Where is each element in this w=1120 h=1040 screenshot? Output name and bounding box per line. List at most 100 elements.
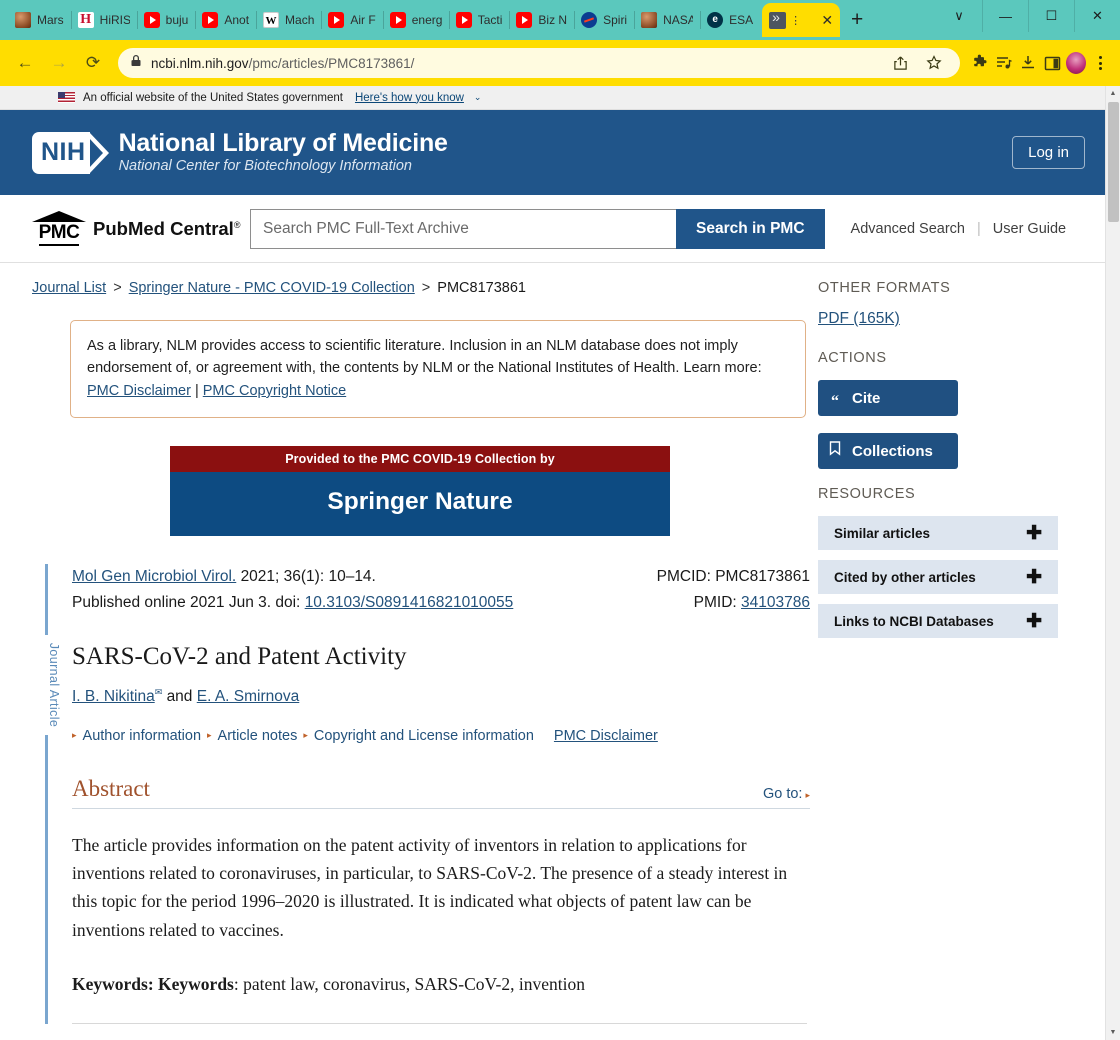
similar-articles-accordion[interactable]: Similar articles ✚ bbox=[818, 516, 1058, 550]
pmc-abbr: PMC bbox=[38, 223, 80, 246]
download-icon[interactable] bbox=[1018, 53, 1038, 73]
chrome-menu-icon[interactable] bbox=[1090, 53, 1110, 73]
bookmark-label: energ bbox=[411, 13, 442, 27]
address-bar[interactable]: ncbi.nlm.nih.gov/pmc/articles/PMC8173861… bbox=[118, 48, 960, 78]
star-icon[interactable] bbox=[924, 53, 944, 73]
bookmark-label: Mars bbox=[37, 13, 64, 27]
pmc-copyright-notice-link[interactable]: PMC Copyright Notice bbox=[203, 383, 346, 399]
author-link-2[interactable]: E. A. Smirnova bbox=[197, 688, 300, 705]
ncbi-databases-accordion[interactable]: Links to NCBI Databases ✚ bbox=[818, 604, 1058, 638]
tab-search-dropdown-icon[interactable]: ∨ bbox=[936, 0, 982, 32]
bookmark-item[interactable]: H HiRIS bbox=[70, 6, 137, 34]
breadcrumb-collection[interactable]: Springer Nature - PMC COVID-19 Collectio… bbox=[129, 280, 415, 296]
bookmark-item[interactable]: Biz N bbox=[509, 6, 574, 34]
tab-favicon bbox=[769, 9, 787, 29]
journal-link[interactable]: Mol Gen Microbiol Virol. bbox=[72, 568, 236, 585]
other-formats-block: OTHER FORMATS PDF (165K) bbox=[818, 280, 1089, 350]
bookmark-item[interactable]: NASA bbox=[634, 6, 700, 34]
keywords-values: : patent law, coronavirus, SARS-CoV-2, i… bbox=[233, 974, 585, 995]
page-content: An official website of the United States… bbox=[0, 86, 1105, 1040]
how-you-know-link[interactable]: Here's how you know bbox=[355, 92, 464, 104]
article-notes-link[interactable]: Article notes bbox=[218, 728, 298, 744]
bookmark-item[interactable]: Air F bbox=[321, 6, 382, 34]
nih-logo[interactable]: NIH National Library of Medicine Nationa… bbox=[32, 129, 448, 177]
reload-button[interactable]: ⟳ bbox=[78, 48, 108, 78]
bookmark-label: Air F bbox=[350, 13, 376, 27]
bookmark-item[interactable]: e ESA bbox=[700, 6, 760, 34]
cite-button[interactable]: “ Cite bbox=[818, 380, 958, 416]
pmc-disclaimer-inline-link[interactable]: PMC Disclaimer bbox=[554, 728, 658, 744]
other-formats-heading: OTHER FORMATS bbox=[818, 280, 951, 296]
bookmark-item[interactable]: W Mach bbox=[256, 6, 321, 34]
tab-menu-icon[interactable]: ⋮ bbox=[790, 14, 801, 27]
nih-header: NIH National Library of Medicine Nationa… bbox=[0, 110, 1105, 195]
lock-icon bbox=[130, 54, 142, 72]
bookmark-item[interactable]: Spiri bbox=[574, 6, 634, 34]
bookmark-label: Spiri bbox=[603, 13, 628, 27]
search-in-pmc-button[interactable]: Search in PMC bbox=[676, 208, 825, 249]
reading-list-icon[interactable] bbox=[994, 53, 1014, 73]
author-link-1[interactable]: I. B. Nikitina bbox=[72, 688, 155, 705]
go-to-control[interactable]: Go to: ▸ bbox=[763, 786, 810, 802]
side-panel-icon[interactable] bbox=[1042, 53, 1062, 73]
copyright-license-link[interactable]: Copyright and License information bbox=[314, 728, 534, 744]
doi-link[interactable]: 10.3103/S0891416821010055 bbox=[305, 594, 514, 611]
scroll-down-arrow[interactable]: ▼ bbox=[1106, 1025, 1120, 1040]
pmid-link[interactable]: 34103786 bbox=[741, 594, 810, 611]
pmc-building-icon: PMC bbox=[32, 211, 86, 246]
envelope-icon: ✉ bbox=[154, 686, 163, 697]
breadcrumb-journal-list[interactable]: Journal List bbox=[32, 280, 106, 296]
page-scrollbar[interactable]: ▲ ▼ bbox=[1105, 86, 1120, 1040]
abstract-header: Abstract Go to: ▸ bbox=[72, 776, 810, 809]
bookmark-item[interactable]: Anot bbox=[195, 6, 256, 34]
profile-avatar[interactable] bbox=[1066, 52, 1086, 74]
extensions-icon[interactable] bbox=[970, 53, 990, 73]
browser-tab-active[interactable]: ⋮ ✕ bbox=[762, 3, 841, 37]
search-input-wrapper[interactable] bbox=[250, 208, 676, 249]
breadcrumb-current: PMC8173861 bbox=[437, 280, 526, 296]
youtube-favicon bbox=[455, 12, 472, 28]
bookmark-label: Biz N bbox=[538, 13, 568, 27]
close-window-icon[interactable]: ✕ bbox=[1074, 0, 1120, 32]
back-button[interactable]: ← bbox=[10, 48, 40, 78]
gov-banner: An official website of the United States… bbox=[0, 86, 1105, 110]
user-guide-link[interactable]: User Guide bbox=[993, 221, 1066, 237]
scroll-up-arrow[interactable]: ▲ bbox=[1106, 86, 1120, 101]
maximize-icon[interactable]: ☐ bbox=[1028, 0, 1074, 32]
ncbi-databases-label: Links to NCBI Databases bbox=[834, 613, 994, 629]
login-button[interactable]: Log in bbox=[1012, 136, 1085, 169]
scrollbar-thumb[interactable] bbox=[1108, 102, 1119, 222]
pdf-download-link[interactable]: PDF (165K) bbox=[818, 310, 900, 328]
rail-line bbox=[45, 564, 48, 1025]
youtube-favicon bbox=[328, 12, 345, 28]
chevron-down-icon[interactable]: ⌄ bbox=[474, 92, 482, 103]
advanced-search-link[interactable]: Advanced Search bbox=[851, 221, 965, 237]
author-information-link[interactable]: Author information bbox=[83, 728, 201, 744]
springer-banner[interactable]: Provided to the PMC COVID-19 Collection … bbox=[170, 446, 670, 537]
tab-close-icon[interactable]: ✕ bbox=[821, 13, 833, 27]
bookmark-item[interactable]: Mars bbox=[8, 6, 71, 34]
section-divider bbox=[72, 1023, 807, 1025]
search-input[interactable] bbox=[263, 219, 664, 238]
forward-button[interactable]: → bbox=[44, 48, 74, 78]
mars-favicon bbox=[641, 12, 658, 28]
pmc-disclaimer-link[interactable]: PMC Disclaimer bbox=[87, 383, 191, 399]
pmc-logo[interactable]: PMC PubMed Central® bbox=[32, 211, 250, 246]
us-flag-icon bbox=[58, 92, 75, 103]
bookmark-label: ESA bbox=[729, 13, 754, 27]
springer-banner-caption: Provided to the PMC COVID-19 Collection … bbox=[170, 446, 670, 473]
collections-button[interactable]: Collections bbox=[818, 433, 958, 469]
new-tab-button[interactable]: + bbox=[840, 3, 874, 37]
share-icon[interactable] bbox=[890, 53, 910, 73]
bookmark-item[interactable]: Tacti bbox=[448, 6, 510, 34]
cited-by-accordion[interactable]: Cited by other articles ✚ bbox=[818, 560, 1058, 594]
actions-heading: ACTIONS bbox=[818, 350, 887, 366]
minimize-icon[interactable]: — bbox=[982, 0, 1028, 32]
nih-subtitle: National Center for Biotechnology Inform… bbox=[118, 158, 412, 175]
bookmark-item[interactable]: energ bbox=[382, 6, 449, 34]
link-separator: | bbox=[977, 220, 981, 237]
disclaimer-body: As a library, NLM provides access to sci… bbox=[87, 338, 738, 377]
breadcrumb: Journal List > Springer Nature - PMC COV… bbox=[32, 280, 810, 296]
bookmark-item[interactable]: buju bbox=[136, 6, 196, 34]
youtube-favicon bbox=[516, 12, 533, 28]
